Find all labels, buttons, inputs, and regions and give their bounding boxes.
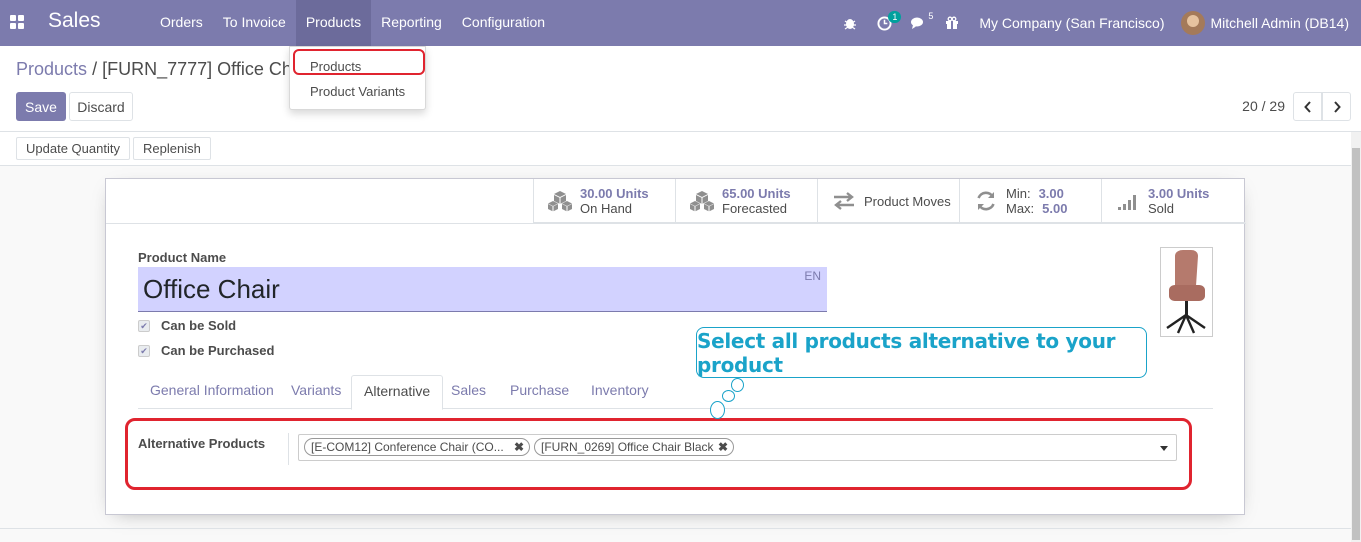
on-hand-button[interactable]: 30.00 Units On Hand [533, 179, 675, 223]
bug-icon[interactable] [837, 0, 863, 46]
alternative-highlight-box [125, 418, 1192, 490]
activity-count-badge: 1 [888, 11, 902, 23]
form-statusbar: Update Quantity Replenish [0, 132, 1351, 166]
cubes-icon [546, 189, 574, 213]
exchange-arrows-icon [830, 189, 858, 213]
product-name-input[interactable]: Office Chair EN [138, 267, 827, 312]
forecasted-value: 65.00 Units [722, 186, 791, 201]
menu-reporting[interactable]: Reporting [371, 0, 452, 46]
tab-general-information[interactable]: General Information [138, 375, 286, 409]
menu-to-invoice[interactable]: To Invoice [213, 0, 296, 46]
top-navbar: Sales Orders To Invoice Products Reporti… [0, 0, 1361, 46]
tab-inventory[interactable]: Inventory [579, 375, 661, 409]
messages-count-badge: 5 [928, 11, 934, 21]
product-moves-label: Product Moves [864, 193, 951, 209]
on-hand-label: On Hand [580, 201, 633, 216]
activity-clock-icon[interactable]: 1 [871, 0, 902, 46]
pager-value[interactable]: 20 / 29 [1242, 98, 1285, 114]
callout-bubble [722, 390, 735, 402]
refresh-icon [972, 189, 1000, 213]
chevron-left-icon [1303, 100, 1311, 113]
avatar [1180, 11, 1205, 35]
products-highlight-box [293, 49, 425, 75]
cubes-icon [688, 189, 716, 213]
tab-variants[interactable]: Variants [279, 375, 353, 409]
user-name: Mitchell Admin (DB14) [1210, 15, 1350, 31]
callout-bubble [710, 401, 725, 419]
forecasted-label: Forecasted [722, 201, 788, 216]
user-menu[interactable]: Mitchell Admin (DB14) [1180, 11, 1350, 35]
app-name[interactable]: Sales [48, 9, 101, 33]
callout-bubble [731, 378, 744, 392]
menu-orders[interactable]: Orders [150, 0, 213, 46]
sold-value: 3.00 Units [1148, 186, 1210, 201]
menu-products[interactable]: Products [295, 0, 372, 46]
notebook-tabs: General Information Variants Alternative… [138, 375, 1213, 410]
can-be-sold-checkbox[interactable]: ✔ [138, 320, 150, 332]
breadcrumb-products-link[interactable]: Products [16, 59, 87, 79]
gift-icon[interactable] [939, 0, 965, 46]
instruction-callout: Select all products alternative to your … [696, 327, 1147, 378]
min-label: Min: [1006, 186, 1031, 201]
breadcrumb-separator: / [92, 59, 98, 79]
product-moves-button[interactable]: Product Moves [817, 179, 959, 223]
pager-next-button[interactable] [1322, 92, 1351, 121]
control-panel: Products / [FURN_7777] Office Ch Save Di… [0, 46, 1361, 132]
discard-button[interactable]: Discard [69, 92, 133, 121]
scrollbar-thumb[interactable] [1352, 148, 1360, 540]
chevron-right-icon [1333, 100, 1341, 113]
reordering-rules-button[interactable]: Min: 3.00 Max: 5.00 [959, 179, 1101, 223]
product-name-value: Office Chair [143, 274, 280, 304]
divider [106, 223, 1246, 224]
max-value: 5.00 [1042, 201, 1068, 216]
forecasted-button[interactable]: 65.00 Units Forecasted [675, 179, 817, 223]
smart-button-box: 30.00 Units On Hand 65.00 Units Forecasted… [533, 179, 1245, 223]
update-quantity-button[interactable]: Update Quantity [16, 137, 130, 160]
can-be-purchased-label: Can be Purchased [161, 343, 275, 358]
can-be-sold-label: Can be Sold [161, 318, 237, 333]
sold-button[interactable]: 3.00 Units Sold [1101, 179, 1243, 223]
max-label: Max: [1006, 201, 1035, 216]
can-be-purchased-checkbox[interactable]: ✔ [138, 345, 150, 357]
language-button[interactable]: EN [804, 269, 821, 283]
scrollbar[interactable] [1351, 132, 1361, 542]
pager-previous-button[interactable] [1293, 92, 1322, 121]
product-image[interactable] [1160, 247, 1213, 337]
company-switcher[interactable]: My Company (San Francisco) [979, 15, 1164, 31]
replenish-button[interactable]: Replenish [133, 137, 211, 160]
divider [0, 528, 1351, 529]
save-button[interactable]: Save [16, 92, 66, 121]
systray: 1 5 My Company (San Francisco) Mitchell … [833, 0, 1361, 46]
tab-alternative[interactable]: Alternative [351, 375, 444, 410]
dropdown-item-product-variants[interactable]: Product Variants [310, 84, 405, 99]
signal-bars-icon [1114, 189, 1142, 213]
sold-label: Sold [1148, 201, 1175, 216]
product-name-label: Product Name [138, 250, 227, 265]
tab-purchase[interactable]: Purchase [498, 375, 581, 409]
min-value: 3.00 [1038, 186, 1064, 201]
on-hand-value: 30.00 Units [580, 186, 649, 201]
messages-icon[interactable]: 5 [905, 0, 933, 46]
apps-menu-icon[interactable] [10, 15, 24, 29]
menu-configuration[interactable]: Configuration [452, 0, 555, 46]
breadcrumb: Products / [FURN_7777] Office Ch [16, 59, 292, 80]
breadcrumb-current: [FURN_7777] Office Ch [102, 59, 292, 79]
tab-sales[interactable]: Sales [439, 375, 498, 409]
main-menu: Orders To Invoice Products Reporting Con… [150, 0, 555, 46]
